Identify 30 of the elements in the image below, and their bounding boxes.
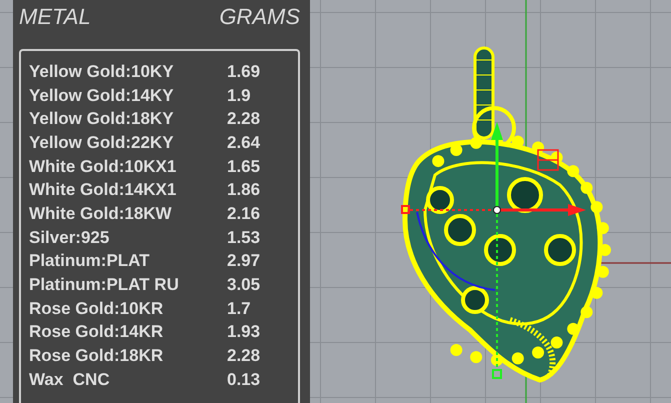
metal-name: White Gold:18KW bbox=[29, 204, 173, 224]
metal-name: White Gold:14KX1 bbox=[29, 180, 178, 200]
metal-name: Silver:925 bbox=[29, 228, 110, 248]
weight-value: 2.16 bbox=[227, 204, 260, 224]
metal-name: Wax CNC bbox=[29, 370, 111, 390]
metal-name: Yellow Gold:14KY bbox=[29, 86, 175, 106]
weight-value: 2.97 bbox=[227, 251, 260, 272]
weight-value: 1.69 bbox=[227, 62, 260, 82]
metal-name: Yellow Gold:18KY bbox=[29, 109, 175, 130]
weight-value: 1.9 bbox=[227, 86, 251, 106]
weight-value: 2.28 bbox=[227, 109, 260, 130]
weight-value: 0.13 bbox=[227, 370, 260, 390]
metal-name: Platinum:PLAT bbox=[29, 251, 151, 272]
metal-name: White Gold:10KX1 bbox=[29, 156, 178, 177]
weight-value: 1.53 bbox=[227, 228, 260, 248]
metal-name: Rose Gold:10KR bbox=[29, 298, 164, 319]
metal-name: Yellow Gold:10KY bbox=[29, 62, 175, 82]
weight-value: 1.86 bbox=[227, 180, 260, 200]
weight-value: 1.7 bbox=[227, 298, 251, 319]
metal-name: Rose Gold:14KR bbox=[29, 322, 164, 342]
weight-value: 1.93 bbox=[227, 322, 260, 342]
weight-value: 2.64 bbox=[227, 132, 260, 153]
metal-name: Platinum:PLAT RU bbox=[29, 275, 180, 296]
column-heading: METAL bbox=[19, 3, 91, 31]
weight-value: 1.65 bbox=[227, 156, 260, 177]
metal-name: Yellow Gold:22KY bbox=[29, 132, 175, 153]
weight-value: 2.28 bbox=[227, 346, 260, 366]
metal-name: Rose Gold:18KR bbox=[29, 346, 164, 366]
column-heading: GRAMS bbox=[219, 3, 300, 31]
weight-value: 3.05 bbox=[227, 275, 260, 296]
